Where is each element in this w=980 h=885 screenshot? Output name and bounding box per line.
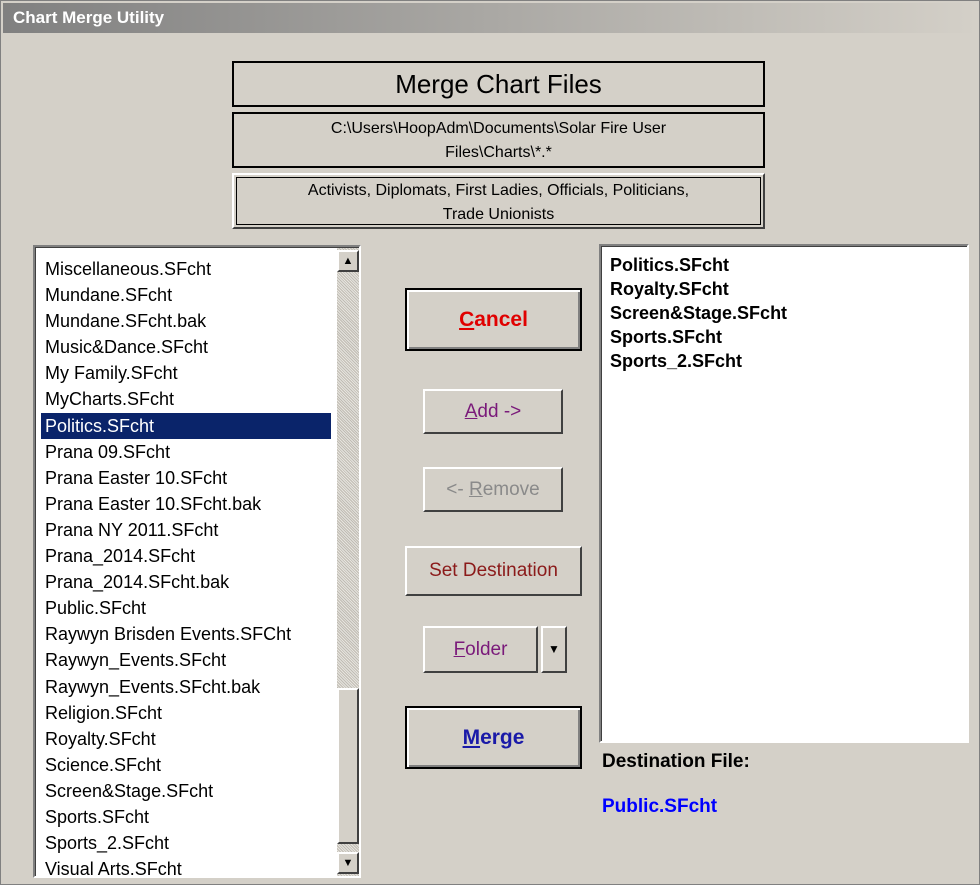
list-item[interactable]: Prana NY 2011.SFcht: [41, 517, 331, 543]
list-item[interactable]: Prana_2014.SFcht.bak: [41, 569, 331, 595]
merge-mnemonic: M: [462, 726, 481, 749]
merge-label: erge: [480, 726, 525, 749]
remove-label: emove: [482, 479, 540, 500]
page-heading: Merge Chart Files: [232, 61, 765, 107]
list-item[interactable]: Sports_2.SFcht: [610, 349, 787, 373]
source-file-list[interactable]: Miscellaneous.SFcht Mundane.SFcht Mundane.…: [33, 245, 361, 878]
list-item[interactable]: Royalty.SFcht: [610, 277, 787, 301]
categories-panel: Activists, Diplomats, First Ladies, Offi…: [232, 173, 765, 229]
folder-dropdown-button[interactable]: ▼: [541, 626, 567, 673]
merge-file-list-frame: Politics.SFcht Royalty.SFcht Screen&Stage.…: [601, 246, 967, 741]
folder-mnemonic: F: [453, 639, 466, 660]
list-item[interactable]: Public.SFcht: [41, 595, 331, 621]
list-item[interactable]: MyCharts.SFcht: [41, 386, 331, 412]
folder-path: C:\Users\HoopAdm\Documents\Solar Fire Us…: [232, 112, 765, 168]
cancel-button[interactable]: Cancel: [405, 288, 582, 351]
list-item[interactable]: Prana Easter 10.SFcht: [41, 465, 331, 491]
list-item[interactable]: Politics.SFcht: [41, 412, 331, 439]
scroll-up-button[interactable]: ▲: [337, 250, 359, 272]
categories-text: Activists, Diplomats, First Ladies, Offi…: [236, 177, 761, 225]
merge-file-items: Politics.SFcht Royalty.SFcht Screen&Stage.…: [610, 253, 787, 373]
list-item[interactable]: Mundane.SFcht.bak: [41, 308, 331, 334]
list-item[interactable]: My Family.SFcht: [41, 360, 331, 386]
scroll-thumb[interactable]: [337, 688, 359, 844]
cancel-label: ancel: [474, 308, 528, 331]
add-mnemonic: A: [464, 401, 478, 422]
list-item[interactable]: Raywyn Brisden Events.SFCht: [41, 621, 331, 647]
list-item[interactable]: Mundane.SFcht: [41, 282, 331, 308]
categories-line-1: Activists, Diplomats, First Ladies, Offi…: [307, 182, 690, 199]
list-item[interactable]: Raywyn_Events.SFcht: [41, 647, 331, 673]
remove-mnemonic: R: [468, 479, 483, 500]
list-item[interactable]: Raywyn_Events.SFcht.bak: [41, 674, 331, 700]
folder-path-line-2: Files\Charts\*.*: [445, 144, 552, 161]
list-item[interactable]: Screen&Stage.SFcht: [41, 778, 331, 804]
arrow-down-icon: ▼: [342, 857, 354, 869]
list-item[interactable]: Science.SFcht: [41, 752, 331, 778]
folder-path-line-1: C:\Users\HoopAdm\Documents\Solar Fire Us…: [330, 120, 667, 137]
add-label: dd ->: [477, 401, 522, 422]
categories-line-2: Trade Unionists: [442, 206, 555, 223]
source-file-list-frame: Miscellaneous.SFcht Mundane.SFcht Mundane.…: [35, 247, 359, 876]
set-destination-button[interactable]: Set Destination: [405, 546, 582, 596]
destination-file-label: Destination File:: [602, 751, 750, 772]
list-item[interactable]: Screen&Stage.SFcht: [610, 301, 787, 325]
remove-button[interactable]: <- Remove: [423, 467, 563, 512]
folder-label: older: [465, 639, 508, 660]
arrow-up-icon: ▲: [342, 255, 354, 267]
list-item[interactable]: Sports.SFcht: [41, 804, 331, 830]
list-item[interactable]: Sports_2.SFcht: [41, 830, 331, 856]
list-item[interactable]: Miscellaneous.SFcht: [41, 256, 331, 282]
remove-prefix: <-: [446, 479, 469, 500]
list-item[interactable]: Politics.SFcht: [610, 253, 787, 277]
dropdown-arrow-icon: ▼: [548, 642, 560, 656]
merge-file-list[interactable]: Politics.SFcht Royalty.SFcht Screen&Stage.…: [599, 244, 969, 743]
add-button[interactable]: Add ->: [423, 389, 563, 434]
folder-button[interactable]: Folder: [423, 626, 538, 673]
list-item[interactable]: Royalty.SFcht: [41, 726, 331, 752]
cancel-mnemonic: C: [459, 308, 475, 331]
chart-merge-window: Chart Merge Utility Merge Chart Files C:…: [0, 0, 980, 885]
scroll-down-button[interactable]: ▼: [337, 852, 359, 874]
destination-file-value: Public.SFcht: [602, 796, 718, 817]
merge-button[interactable]: Merge: [405, 706, 582, 769]
list-item[interactable]: Sports.SFcht: [610, 325, 787, 349]
list-item[interactable]: Prana_2014.SFcht: [41, 543, 331, 569]
list-item[interactable]: Prana Easter 10.SFcht.bak: [41, 491, 331, 517]
window-title: Chart Merge Utility: [3, 3, 979, 33]
list-item[interactable]: Music&Dance.SFcht: [41, 334, 331, 360]
list-item[interactable]: Religion.SFcht: [41, 700, 331, 726]
list-item[interactable]: Visual Arts.SFcht: [41, 856, 331, 876]
source-list-scrollbar[interactable]: ▲ ▼: [337, 248, 359, 876]
list-item[interactable]: Prana 09.SFcht: [41, 439, 331, 465]
source-file-items: Miscellaneous.SFcht Mundane.SFcht Mundane.…: [41, 256, 331, 876]
